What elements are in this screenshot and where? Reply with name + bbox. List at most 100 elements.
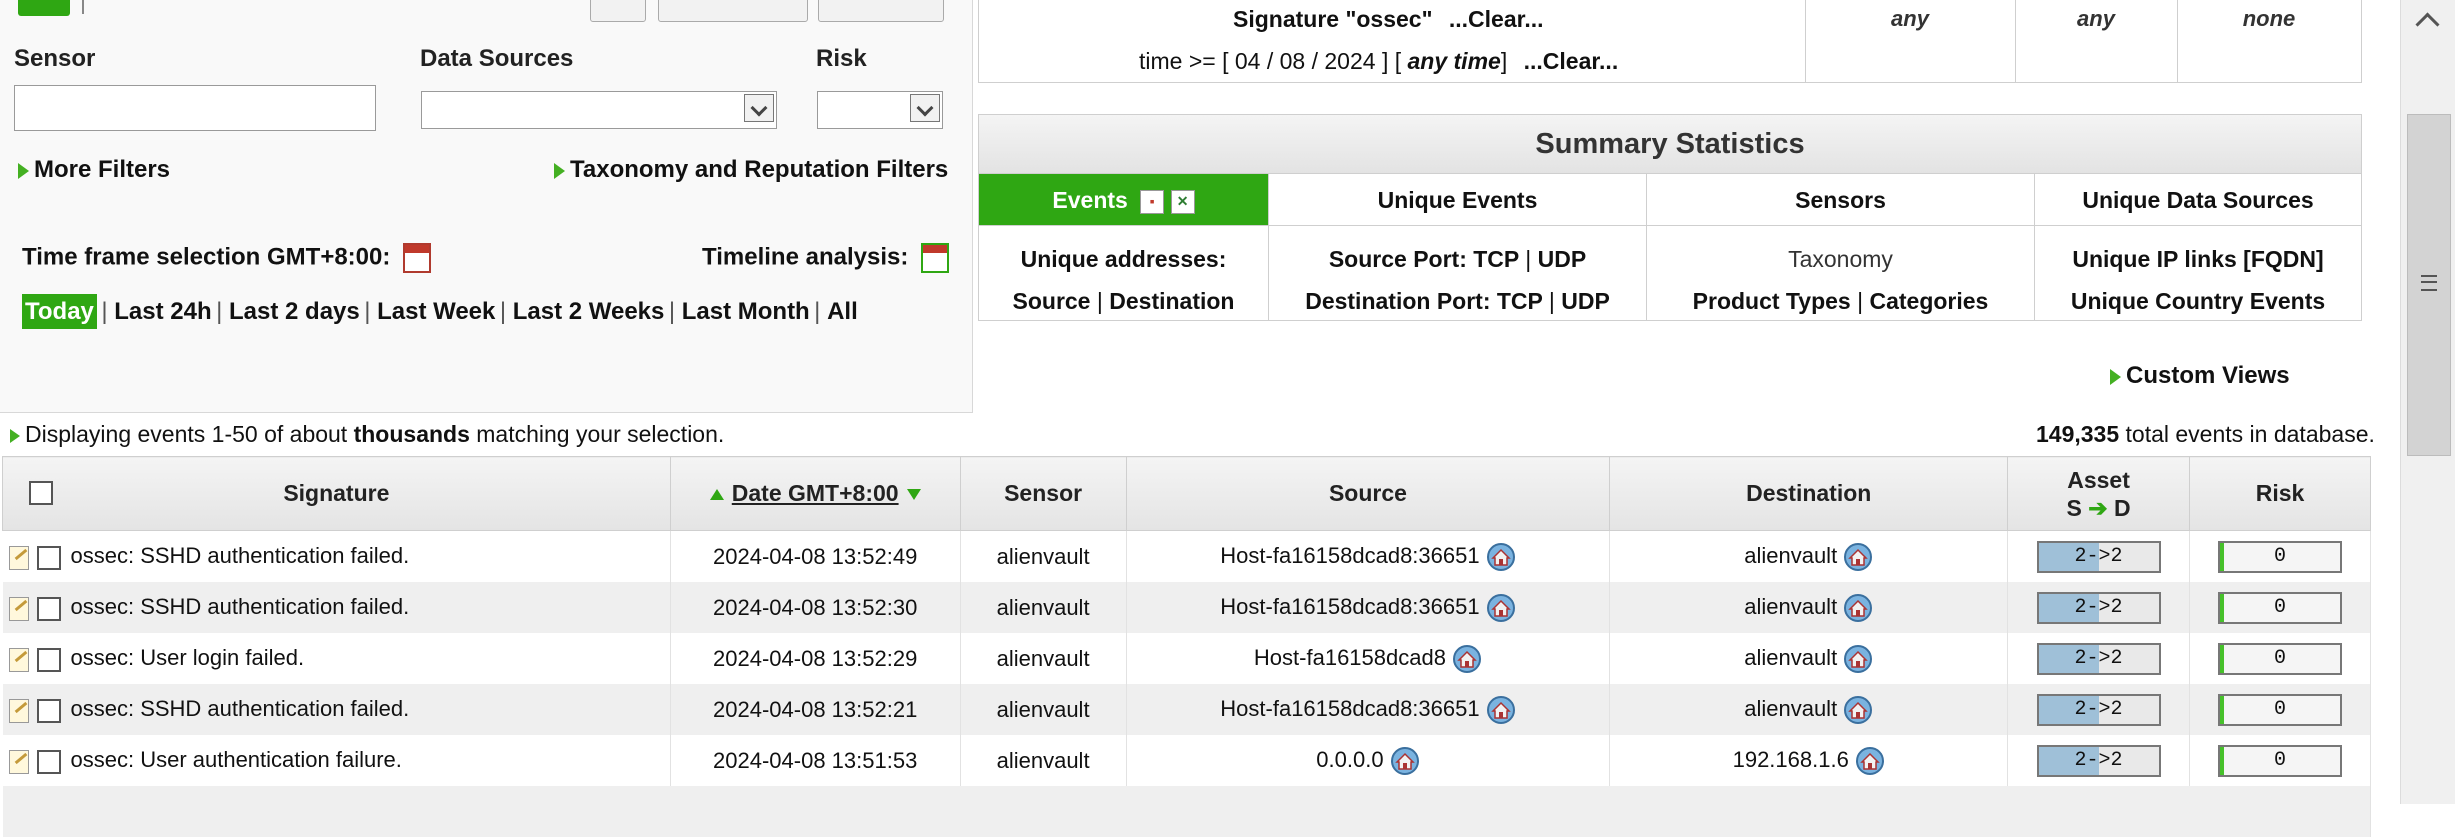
- source-text[interactable]: Host-fa16158dcad8:36651: [1220, 593, 1479, 618]
- tab-unique-data-sources[interactable]: Unique Data Sources: [2035, 174, 2361, 226]
- signature-text[interactable]: ossec: SSHD authentication failed.: [71, 543, 410, 568]
- host-icon[interactable]: [1486, 542, 1516, 572]
- unique-destination-link[interactable]: Destination: [1109, 288, 1234, 314]
- scrollbar-thumb[interactable]: [2407, 114, 2451, 456]
- destination-port-tcp-link[interactable]: Destination Port: TCP: [1305, 288, 1542, 314]
- table-row[interactable]: ossec: SSHD authentication failed. 2024-0…: [3, 684, 2371, 735]
- host-icon[interactable]: [1452, 644, 1482, 674]
- csv-icon[interactable]: ✕: [1171, 190, 1195, 214]
- source-port-udp-link[interactable]: UDP: [1538, 246, 1587, 272]
- row-checkbox[interactable]: [37, 699, 61, 723]
- scroll-up-arrow-icon[interactable]: [2415, 12, 2439, 36]
- time-range-today[interactable]: Today: [22, 294, 97, 329]
- header-asset: Asset S ➔ D: [2008, 457, 2190, 531]
- row-checkbox[interactable]: [37, 750, 61, 774]
- toolbar-button-2[interactable]: [658, 0, 808, 22]
- edit-icon[interactable]: [9, 750, 29, 774]
- time-range-last-month[interactable]: Last Month: [682, 298, 810, 325]
- time-range-last-2-weeks[interactable]: Last 2 Weeks: [513, 298, 665, 325]
- destination-text[interactable]: 192.168.1.6: [1733, 746, 1849, 771]
- row-checkbox[interactable]: [37, 597, 61, 621]
- cell-signature: ossec: SSHD authentication failed.: [3, 582, 671, 633]
- signature-text[interactable]: ossec: User login failed.: [71, 645, 305, 670]
- time-clear-link[interactable]: ...Clear...: [1524, 48, 1619, 74]
- pdf-icon[interactable]: ▪: [1140, 190, 1164, 214]
- edit-icon[interactable]: [9, 597, 29, 621]
- tab-unique-events[interactable]: Unique Events: [1269, 174, 1647, 226]
- header-date-label[interactable]: Date GMT+8:00: [732, 480, 899, 506]
- edit-icon[interactable]: [9, 546, 29, 570]
- display-count: thousands: [354, 421, 470, 447]
- destination-port-udp-link[interactable]: UDP: [1561, 288, 1610, 314]
- source-port-tcp-link[interactable]: Source Port: TCP: [1329, 246, 1519, 272]
- table-row[interactable]: ossec: SSHD authentication failed. 2024-0…: [3, 531, 2371, 583]
- cell-destination: alienvault: [1610, 684, 2008, 735]
- cell-date: 2024-04-08 13:52:29: [670, 633, 960, 684]
- sort-asc-icon[interactable]: [710, 489, 724, 500]
- custom-views-link[interactable]: Custom Views: [2110, 362, 2290, 390]
- header-asset-s: S: [2067, 495, 2082, 521]
- risk-select[interactable]: [817, 91, 943, 129]
- table-row[interactable]: ossec: User authentication failure.2024-…: [3, 735, 2371, 786]
- destination-text[interactable]: alienvault: [1744, 695, 1837, 720]
- destination-text[interactable]: alienvault: [1744, 542, 1837, 567]
- signature-text[interactable]: ossec: User authentication failure.: [71, 747, 402, 772]
- edit-icon[interactable]: [9, 699, 29, 723]
- total-events-count: 149,335: [2036, 421, 2119, 447]
- host-icon[interactable]: [1486, 695, 1516, 725]
- host-icon[interactable]: [1843, 695, 1873, 725]
- sensor-input[interactable]: [14, 85, 376, 131]
- unique-country-events-link[interactable]: Unique Country Events: [2035, 280, 2361, 322]
- destination-text[interactable]: alienvault: [1744, 593, 1837, 618]
- source-text[interactable]: 0.0.0.0: [1316, 746, 1383, 771]
- timeline-icon[interactable]: [921, 243, 949, 273]
- host-icon[interactable]: [1843, 593, 1873, 623]
- host-icon[interactable]: [1843, 542, 1873, 572]
- toolbar-button-1[interactable]: [590, 0, 646, 22]
- taxonomy-filters-link[interactable]: Taxonomy and Reputation Filters: [554, 156, 948, 184]
- signature-clear-link[interactable]: ...Clear...: [1449, 6, 1544, 32]
- edit-icon[interactable]: [9, 648, 29, 672]
- cell-date: 2024-04-08 13:52:21: [670, 684, 960, 735]
- summary-title: Summary Statistics: [979, 115, 2361, 174]
- events-table: Signature Date GMT+8:00 Sensor Source De…: [2, 456, 2371, 837]
- time-range-last-2-days[interactable]: Last 2 days: [229, 298, 360, 325]
- search-button[interactable]: [18, 0, 70, 16]
- host-icon[interactable]: [1390, 746, 1420, 776]
- calendar-icon[interactable]: [403, 243, 431, 273]
- product-types-link[interactable]: Product Types: [1693, 288, 1851, 314]
- unique-addresses-cell: Unique addresses: Source | Destination: [979, 226, 1269, 320]
- vertical-scrollbar[interactable]: [2400, 0, 2455, 804]
- data-sources-select[interactable]: [421, 91, 777, 129]
- unique-source-link[interactable]: Source: [1013, 288, 1091, 314]
- destination-text[interactable]: alienvault: [1744, 644, 1837, 669]
- table-row[interactable]: ossec: SSHD authentication failed. 2024-0…: [3, 582, 2371, 633]
- host-icon[interactable]: [1486, 593, 1516, 623]
- tab-events[interactable]: Events ▪ ✕: [979, 174, 1269, 226]
- select-all-checkbox[interactable]: [29, 481, 53, 505]
- row-checkbox[interactable]: [37, 648, 61, 672]
- host-icon[interactable]: [1855, 746, 1885, 776]
- header-date[interactable]: Date GMT+8:00: [670, 457, 960, 531]
- source-text[interactable]: Host-fa16158dcad8:36651: [1220, 695, 1479, 720]
- cell-date: 2024-04-08 13:52:49: [670, 531, 960, 583]
- row-checkbox[interactable]: [37, 546, 61, 570]
- host-icon[interactable]: [1843, 644, 1873, 674]
- table-row[interactable]: ossec: User login failed. 2024-04-08 13:5…: [3, 633, 2371, 684]
- time-range-last-24h[interactable]: Last 24h: [114, 298, 211, 325]
- tab-sensors[interactable]: Sensors: [1647, 174, 2035, 226]
- source-text[interactable]: Host-fa16158dcad8:36651: [1220, 542, 1479, 567]
- signature-text[interactable]: ossec: SSHD authentication failed.: [71, 594, 410, 619]
- more-filters-link[interactable]: More Filters: [18, 156, 170, 184]
- signature-text[interactable]: ossec: SSHD authentication failed.: [71, 696, 410, 721]
- cell-date: 2024-04-08 13:52:30: [670, 582, 960, 633]
- unique-ip-links-link[interactable]: Unique IP links [FQDN]: [2035, 238, 2361, 280]
- toolbar-button-3[interactable]: [818, 0, 944, 22]
- source-text[interactable]: Host-fa16158dcad8: [1254, 644, 1446, 669]
- time-range-all[interactable]: All: [827, 298, 858, 325]
- time-range-last-week[interactable]: Last Week: [377, 298, 495, 325]
- sort-desc-icon[interactable]: [907, 489, 921, 500]
- categories-link[interactable]: Categories: [1869, 288, 1988, 314]
- separator: |: [216, 298, 229, 325]
- search-input-edge[interactable]: [82, 0, 84, 14]
